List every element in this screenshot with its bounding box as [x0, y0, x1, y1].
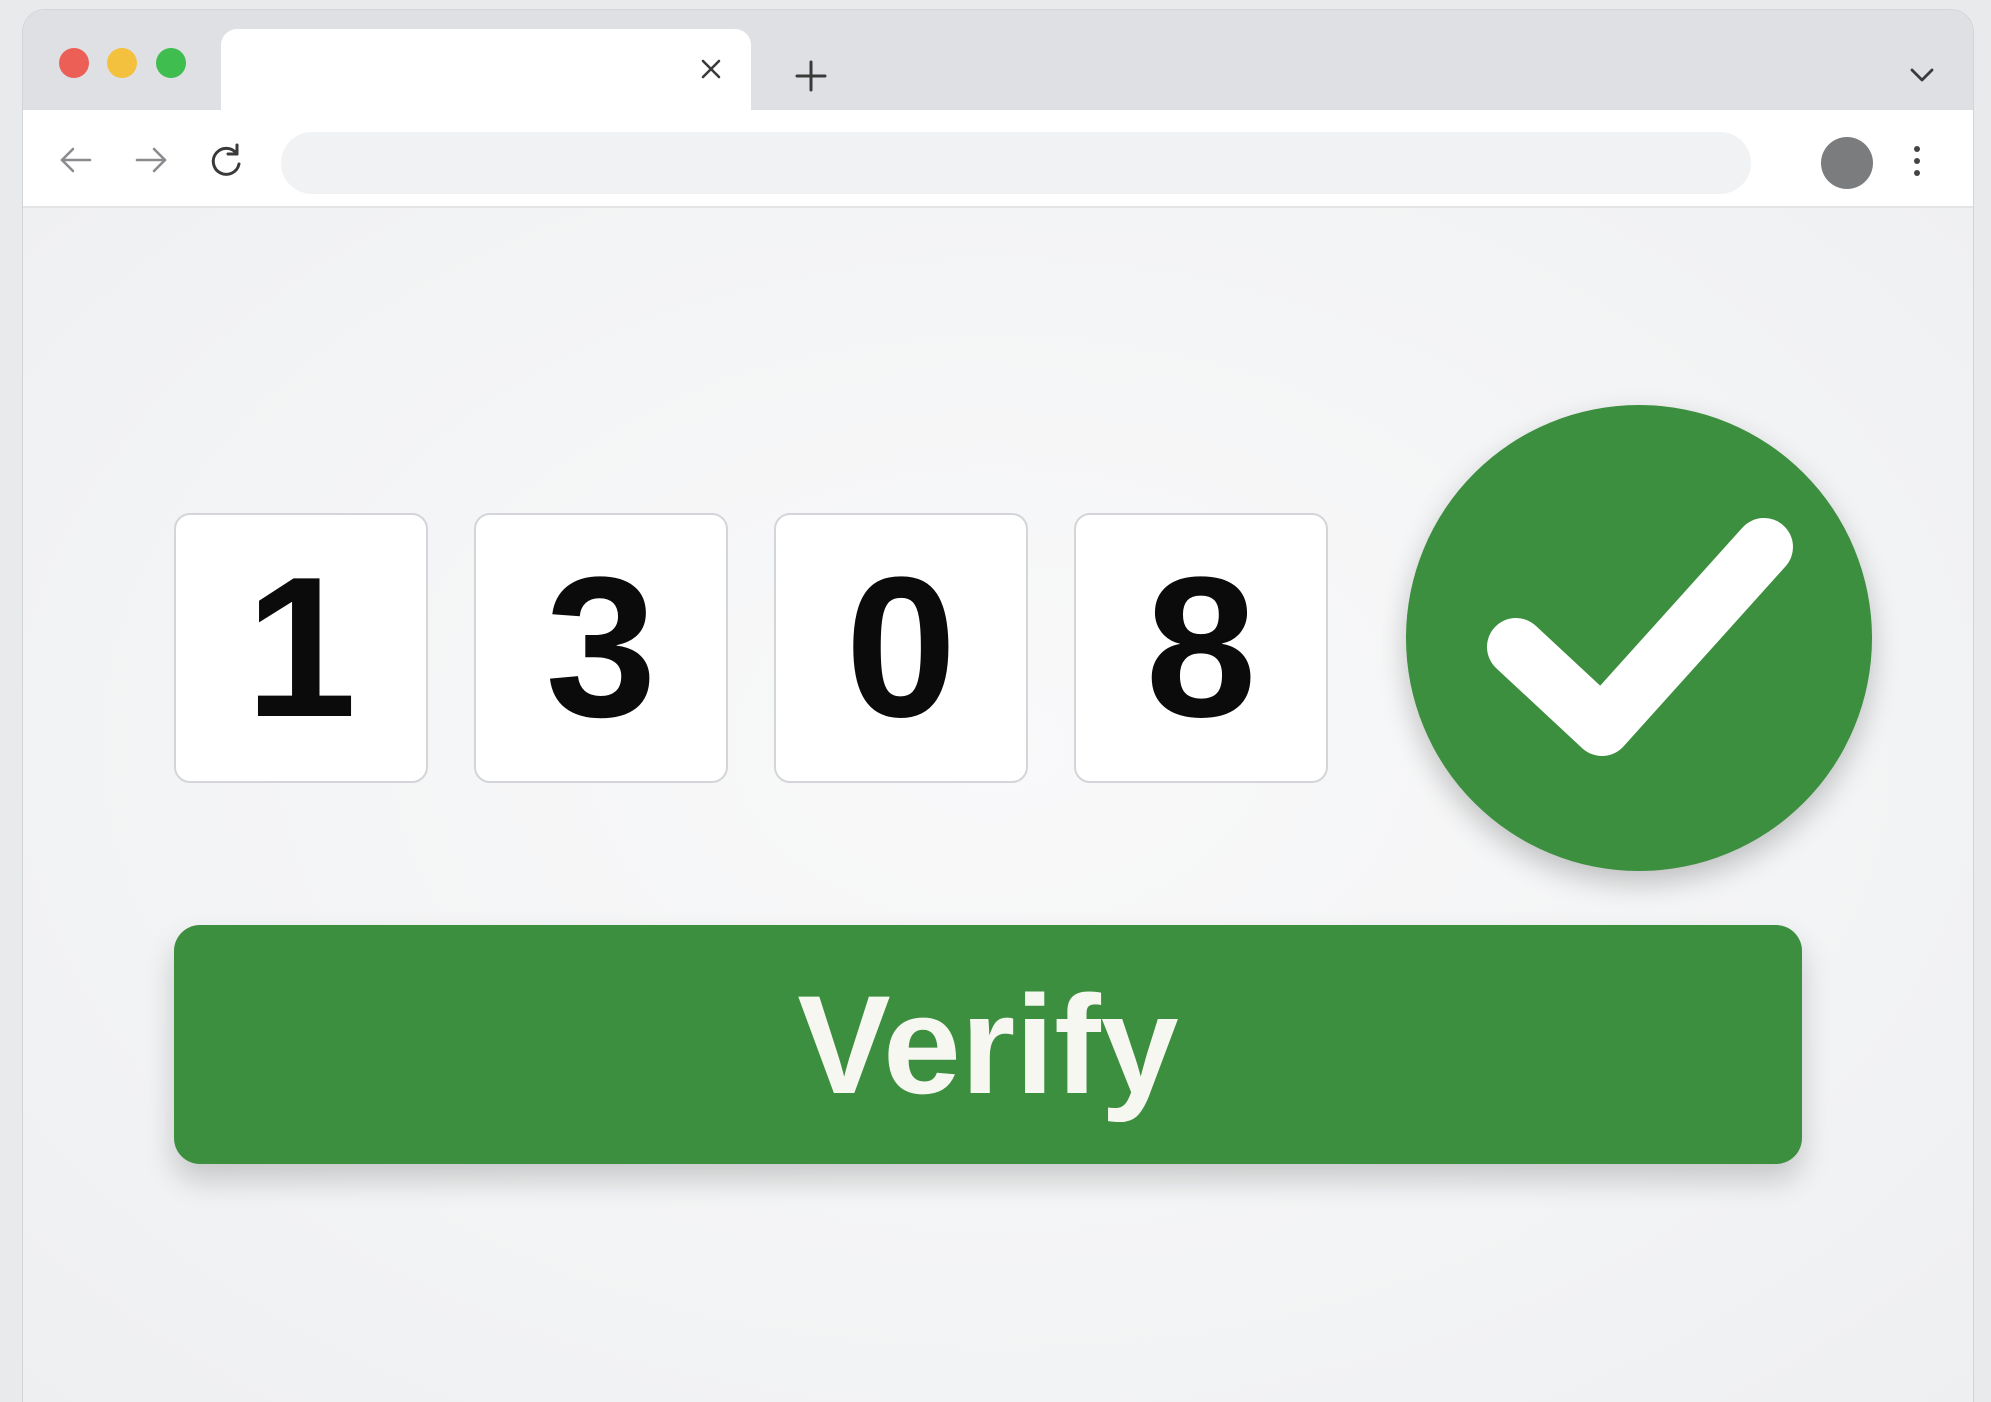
- tab-strip: [23, 10, 1973, 110]
- avatar-icon[interactable]: [1821, 137, 1873, 189]
- verify-button[interactable]: Verify: [174, 925, 1802, 1164]
- chevron-down-icon[interactable]: [1905, 58, 1939, 92]
- plus-icon[interactable]: [791, 56, 831, 96]
- verify-button-label: Verify: [797, 965, 1179, 1123]
- browser-toolbar: [23, 110, 1973, 208]
- close-window-button[interactable]: [59, 48, 89, 78]
- arrow-right-icon[interactable]: [131, 140, 171, 180]
- code-digit-3[interactable]: 0: [774, 513, 1028, 783]
- code-digit-2[interactable]: 3: [474, 513, 728, 783]
- active-tab[interactable]: [221, 29, 751, 110]
- maximize-window-button[interactable]: [156, 48, 186, 78]
- close-icon[interactable]: [693, 51, 729, 87]
- address-bar[interactable]: [281, 132, 1751, 194]
- checkmark-icon: [1487, 518, 1793, 756]
- kebab-menu-icon[interactable]: [1911, 146, 1923, 180]
- arrow-left-icon[interactable]: [56, 140, 96, 180]
- code-digit-1[interactable]: 1: [174, 513, 428, 783]
- reload-icon[interactable]: [206, 140, 246, 180]
- code-digit-4[interactable]: 8: [1074, 513, 1328, 783]
- success-badge: [1406, 405, 1872, 871]
- minimize-window-button[interactable]: [107, 48, 137, 78]
- browser-window: 1 3 0 8 Verify: [23, 10, 1973, 1402]
- page-content: 1 3 0 8 Verify: [23, 208, 1973, 1402]
